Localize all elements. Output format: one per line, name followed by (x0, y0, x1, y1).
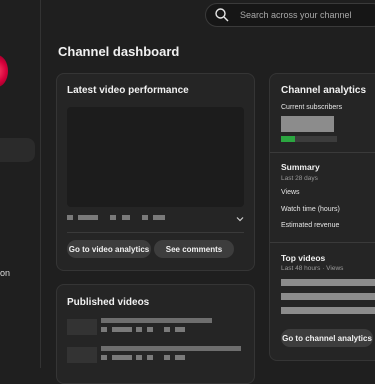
latest-video-title: Latest video performance (67, 85, 189, 96)
placeholder-text (112, 327, 132, 332)
channel-analytics-card: Channel analytics Current subscribers Su… (269, 73, 375, 361)
page-title: Channel dashboard (58, 44, 180, 59)
placeholder-text (175, 355, 185, 360)
sidebar-item-dashboard[interactable] (0, 138, 35, 162)
subscribers-label: Current subscribers (281, 104, 343, 111)
metric-revenue: Estimated revenue (281, 222, 340, 229)
placeholder-text (101, 318, 212, 323)
placeholder-text (147, 327, 153, 332)
search-input[interactable]: Search across your channel (240, 10, 352, 20)
see-comments-button[interactable]: See comments (154, 240, 234, 258)
placeholder-text (78, 215, 98, 220)
placeholder-text (136, 355, 142, 360)
placeholder-text (67, 215, 73, 220)
placeholder-text (164, 355, 170, 360)
placeholder-text (101, 327, 107, 332)
sidebar: on (0, 0, 41, 368)
metric-views: Views (281, 189, 300, 196)
placeholder-text (101, 346, 241, 351)
summary-period: Last 28 days (281, 175, 318, 182)
divider (270, 242, 375, 243)
top-video-row[interactable] (281, 279, 375, 286)
top-video-row[interactable] (281, 293, 375, 300)
divider (270, 152, 375, 153)
channel-avatar[interactable] (0, 55, 8, 87)
video-thumbnail[interactable] (67, 107, 244, 207)
video-thumbnail[interactable] (67, 319, 97, 335)
placeholder-text (112, 355, 132, 360)
published-videos-title: Published videos (67, 297, 150, 308)
top-videos-title: Top videos (281, 253, 326, 263)
search-icon (215, 8, 229, 22)
placeholder-text (164, 327, 170, 332)
latest-video-card: Latest video performance Go to video ana… (56, 73, 255, 271)
placeholder-text (175, 327, 185, 332)
channel-analytics-button[interactable]: Go to channel analytics (281, 329, 373, 347)
video-thumbnail[interactable] (67, 347, 97, 363)
placeholder-text (110, 215, 116, 220)
metric-watch-time: Watch time (hours) (281, 206, 340, 213)
subscriber-progress-fill (281, 136, 295, 142)
sidebar-item-label[interactable]: on (0, 268, 10, 278)
placeholder-text (101, 355, 107, 360)
placeholder-text (147, 355, 153, 360)
placeholder-text (122, 215, 130, 220)
top-videos-period: Last 48 hours · Views (281, 265, 344, 272)
video-analytics-button[interactable]: Go to video analytics (67, 240, 151, 258)
channel-analytics-title: Channel analytics (281, 85, 367, 96)
placeholder-text (142, 215, 148, 220)
placeholder-text (153, 215, 165, 220)
divider (67, 232, 244, 233)
top-video-row[interactable] (281, 307, 375, 314)
published-videos-card: Published videos (56, 284, 255, 384)
placeholder-text (136, 327, 142, 332)
search-box[interactable]: Search across your channel (205, 3, 375, 27)
subscriber-count-placeholder (281, 116, 334, 132)
summary-title: Summary (281, 162, 320, 172)
chevron-down-icon[interactable] (235, 214, 245, 224)
